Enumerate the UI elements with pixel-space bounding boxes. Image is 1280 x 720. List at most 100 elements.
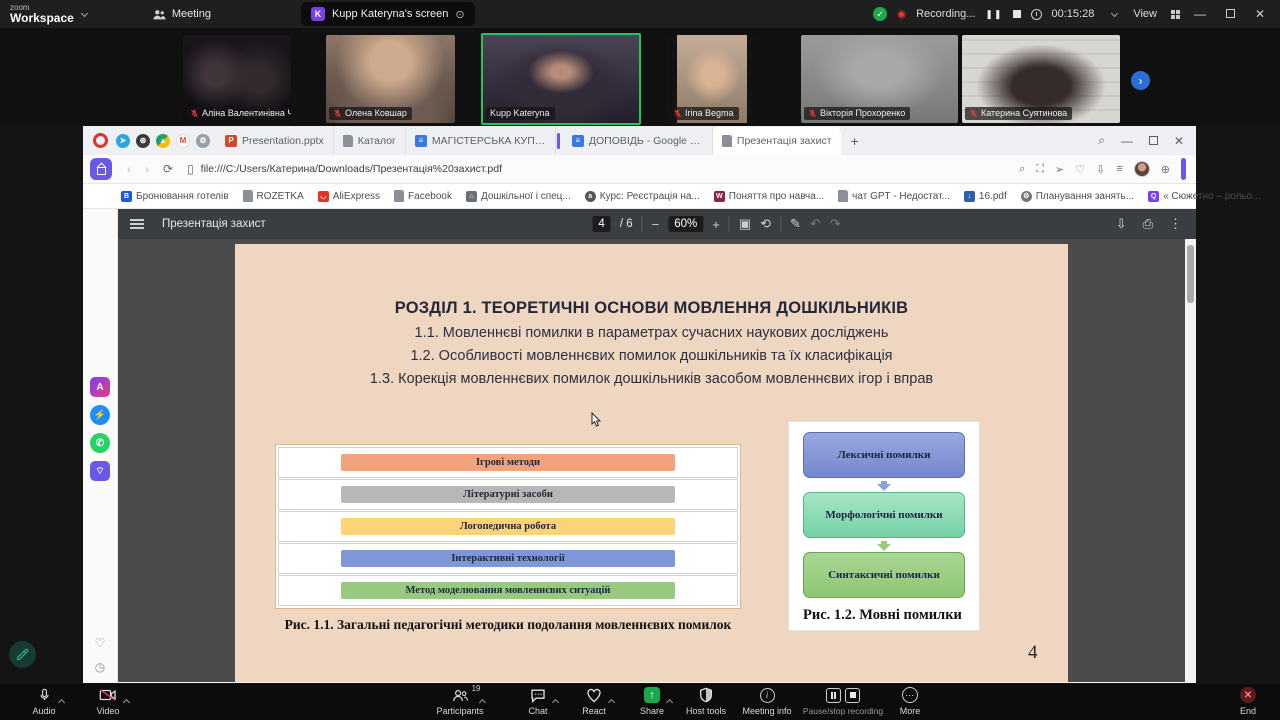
annotation-pencil-button[interactable] — [9, 641, 36, 668]
forward-icon[interactable]: › — [145, 162, 149, 176]
extensions-icon[interactable]: ⚙ — [196, 134, 210, 148]
timer-chevron-icon[interactable] — [1111, 9, 1118, 16]
messenger-icon[interactable]: ⚡ — [90, 405, 110, 425]
bookmark-item[interactable]: чат GPT - Недостат... — [838, 190, 950, 202]
browser-tab[interactable]: P Presentation.pptx — [216, 127, 334, 155]
profile-avatar[interactable] — [1134, 161, 1150, 177]
fit-page-icon[interactable]: ▣ — [739, 216, 751, 232]
chat-control[interactable]: Chat — [508, 686, 568, 716]
scrollbar-thumb[interactable] — [1187, 245, 1194, 303]
reload-icon[interactable]: ⟳ — [163, 162, 173, 176]
share-control[interactable]: ↑ Share — [622, 686, 682, 716]
bookmark-item[interactable]: Q« Сюжетно – рольо... — [1148, 191, 1261, 202]
participant-video[interactable]: Катерина Суятинова — [962, 35, 1120, 123]
search-tabs-icon[interactable]: ⌕ — [1098, 133, 1105, 148]
pdf-scrollbar[interactable] — [1185, 239, 1196, 682]
minimize-button[interactable]: — — [1190, 7, 1210, 21]
reading-list-icon[interactable]: ≡ — [1116, 163, 1122, 175]
stop-recording-button[interactable] — [845, 688, 860, 703]
new-tab-button[interactable]: + — [851, 133, 859, 149]
whatsapp-icon[interactable]: ✆ — [90, 433, 110, 453]
browser-tab-active[interactable]: Презентація захист — [713, 127, 841, 155]
telegram-icon[interactable]: ➤ — [116, 134, 130, 148]
zoom-page-icon[interactable]: ⌕ — [1019, 163, 1025, 176]
bookmark-item[interactable]: Facebook — [394, 190, 452, 202]
history-clock-icon[interactable]: ◷ — [95, 660, 105, 674]
bookmark-item[interactable]: ↓16.pdf — [964, 191, 1007, 202]
browser-tab[interactable]: ≡ ДОПОВІДЬ - Google До... — [563, 127, 713, 155]
participant-video[interactable]: Аліна Валентинівна Чубова — [183, 35, 291, 123]
menu-icon[interactable] — [130, 219, 144, 229]
opera-logo-icon[interactable] — [93, 133, 108, 148]
send-to-device-icon[interactable]: ➢ — [1055, 163, 1064, 176]
sidebar-panel-indicator[interactable] — [1181, 158, 1186, 180]
gmail-icon[interactable]: M — [176, 134, 190, 148]
zoom-level-value[interactable]: 60% — [668, 216, 703, 232]
sync-icon[interactable]: ⊕ — [1161, 163, 1170, 176]
download-icon[interactable]: ⇩ — [1116, 216, 1127, 232]
participant-video[interactable]: Irina Begma — [666, 35, 756, 123]
participants-control[interactable]: 19 Participants — [425, 686, 495, 716]
browser-tab[interactable]: Каталог — [334, 127, 406, 155]
end-meeting-control[interactable]: ✕ End — [1218, 686, 1278, 716]
bookmark-item[interactable]: ⚙Планування занять... — [1021, 191, 1134, 202]
snapshot-camera-icon[interactable]: ⛶ — [1036, 163, 1044, 176]
aria-icon[interactable]: A — [90, 377, 110, 397]
workspace-chevron-icon[interactable] — [81, 9, 88, 16]
close-button[interactable]: ✕ — [1250, 7, 1270, 21]
security-shield-icon[interactable]: ✓ — [873, 7, 887, 21]
pdf-content-area[interactable]: РОЗДІЛ 1. ТЕОРЕТИЧНІ ОСНОВИ МОВЛЕННЯ ДОШ… — [118, 239, 1196, 682]
stop-recording-icon[interactable] — [1013, 10, 1021, 18]
bookmark-heart-icon[interactable]: ♡ — [1075, 163, 1085, 176]
bookmark-item[interactable]: WПоняття про навча... — [714, 191, 824, 202]
print-icon[interactable]: ⎙ — [1143, 216, 1153, 232]
redo-icon[interactable]: ↷ — [830, 216, 841, 232]
undo-icon[interactable]: ↶ — [810, 216, 821, 232]
more-control[interactable]: ⋯ More — [880, 686, 940, 716]
drive-icon[interactable]: ▲ — [156, 134, 170, 148]
current-page-input[interactable]: 4 — [592, 216, 610, 232]
bookmark-item[interactable]: ⌂Дошкільної і спец... — [466, 191, 571, 202]
meeting-tab[interactable]: Meeting — [153, 8, 211, 20]
vk-icon[interactable]: ⌔ — [90, 461, 110, 481]
chat-icon — [530, 688, 546, 703]
zoom-out-button[interactable]: − — [652, 217, 660, 232]
info-icon: i — [760, 688, 775, 703]
bookmark-item[interactable]: aКурс: Реєстрація на... — [585, 191, 700, 202]
host-tools-control[interactable]: Host tools — [676, 686, 736, 716]
recording-controls[interactable]: Pause/stop recording — [795, 686, 891, 716]
maximize-button[interactable] — [1220, 7, 1240, 21]
url-field[interactable]: file:///C:/Users/Катерина/Downloads/През… — [201, 158, 1020, 180]
participant-video[interactable]: Олена Ковшар — [326, 35, 455, 123]
browser-minimize-button[interactable]: — — [1121, 134, 1133, 148]
browser-close-button[interactable]: ✕ — [1174, 134, 1184, 148]
likes-heart-icon[interactable]: ♡ — [95, 636, 106, 650]
bookmark-item[interactable]: ◡AliExpress — [318, 191, 380, 202]
downloads-icon[interactable]: ⇩ — [1096, 163, 1105, 176]
participant-video-active-speaker[interactable]: Kupp Kateryna — [481, 33, 641, 125]
react-control[interactable]: React — [564, 686, 624, 716]
audio-control[interactable]: Audio — [14, 686, 74, 716]
rotate-icon[interactable]: ⟲ — [760, 216, 771, 232]
pinned-site-icon[interactable]: ⊛ — [136, 134, 150, 148]
video-control[interactable]: Video — [78, 686, 138, 716]
zoom-in-button[interactable]: + — [712, 217, 720, 232]
pause-recording-button[interactable] — [826, 688, 841, 703]
site-icon: Q — [1148, 191, 1159, 202]
back-icon[interactable]: ‹ — [127, 162, 131, 176]
pause-recording-icon[interactable]: ❚❚ — [985, 9, 1002, 20]
browser-restore-button[interactable] — [1149, 134, 1158, 148]
meeting-info-control[interactable]: i Meeting info — [737, 686, 797, 716]
participant-video[interactable]: Вікторія Прохоренко — [801, 35, 958, 123]
view-grid-icon[interactable] — [1171, 10, 1180, 19]
screen-share-tab[interactable]: K Kupp Kateryna's screen ⊙ — [301, 2, 475, 26]
bookmark-item[interactable]: ROZETKA — [243, 190, 304, 202]
bookmark-item[interactable]: BБронювання готелів — [121, 191, 229, 202]
browser-tab[interactable]: ≡ МАГІСТЕРСЬКА КУПП - Є — [406, 127, 556, 155]
home-button[interactable] — [90, 158, 112, 180]
next-participants-button[interactable]: › — [1131, 71, 1150, 90]
tab-options-icon[interactable]: ⊙ — [455, 8, 464, 21]
more-options-icon[interactable]: ⋮ — [1169, 216, 1182, 232]
annotate-pen-icon[interactable]: ✎ — [790, 216, 801, 232]
view-label[interactable]: View — [1133, 8, 1157, 20]
